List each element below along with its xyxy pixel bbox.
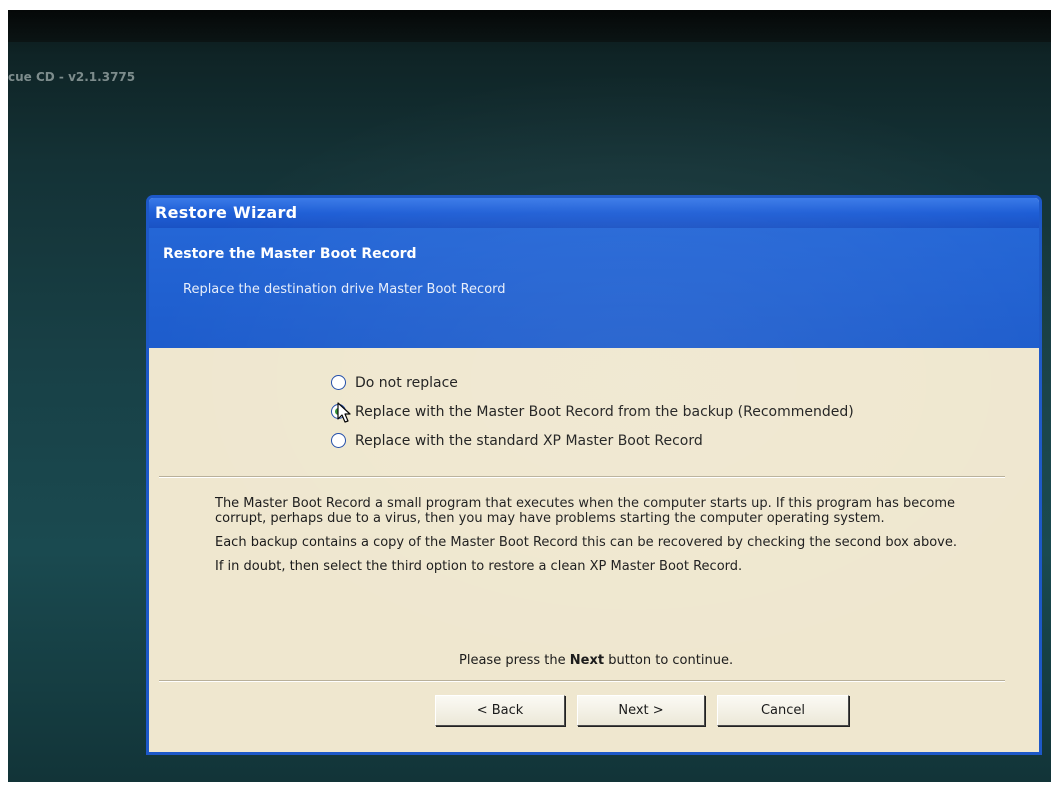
radio-unchecked-icon[interactable] <box>331 433 346 448</box>
back-button[interactable]: < Back <box>435 695 565 726</box>
option-label: Do not replace <box>355 374 458 391</box>
option-label: Replace with the Master Boot Record from… <box>355 403 854 420</box>
monitor-bezel <box>8 10 1051 42</box>
description-text: The Master Boot Record a small program t… <box>215 496 1005 583</box>
photo-frame: cue CD - v2.1.3775 Restore Wizard Restor… <box>0 0 1051 791</box>
radio-checked-icon[interactable] <box>331 404 346 419</box>
dialog-title: Restore Wizard <box>155 203 298 222</box>
next-button[interactable]: Next > <box>577 695 705 726</box>
option-replace-standard-xp[interactable]: Replace with the standard XP Master Boot… <box>331 426 854 455</box>
description-paragraph: The Master Boot Record a small program t… <box>215 496 956 526</box>
screen: cue CD - v2.1.3775 Restore Wizard Restor… <box>8 10 1051 782</box>
continue-text-after: button to continue. <box>608 653 734 668</box>
wizard-page-subtitle: Replace the destination drive Master Boo… <box>183 282 506 297</box>
wizard-page-title: Restore the Master Boot Record <box>163 246 417 262</box>
option-label: Replace with the standard XP Master Boot… <box>355 432 703 449</box>
description-paragraph: If in doubt, then select the third optio… <box>215 559 743 574</box>
restore-wizard-dialog: Restore Wizard Restore the Master Boot R… <box>146 195 1042 755</box>
wizard-buttons: < Back Next > Cancel <box>435 695 861 726</box>
mbr-options-group: Do not replace Replace with the Master B… <box>331 368 854 455</box>
wizard-header: Restore the Master Boot Record Replace t… <box>149 228 1039 348</box>
continue-text-bold: Next <box>569 653 605 668</box>
option-do-not-replace[interactable]: Do not replace <box>331 368 854 397</box>
continue-text-before: Please press the <box>459 653 566 668</box>
app-title: cue CD - v2.1.3775 <box>8 70 136 84</box>
dialog-titlebar[interactable]: Restore Wizard <box>149 198 1039 228</box>
cancel-button[interactable]: Cancel <box>717 695 849 726</box>
divider <box>159 680 1005 682</box>
radio-unchecked-icon[interactable] <box>331 375 346 390</box>
option-replace-from-backup[interactable]: Replace with the Master Boot Record from… <box>331 397 854 426</box>
divider <box>159 476 1005 478</box>
description-paragraph: Each backup contains a copy of the Maste… <box>215 535 957 550</box>
continue-instruction: Please press the Next button to continue… <box>459 653 733 668</box>
